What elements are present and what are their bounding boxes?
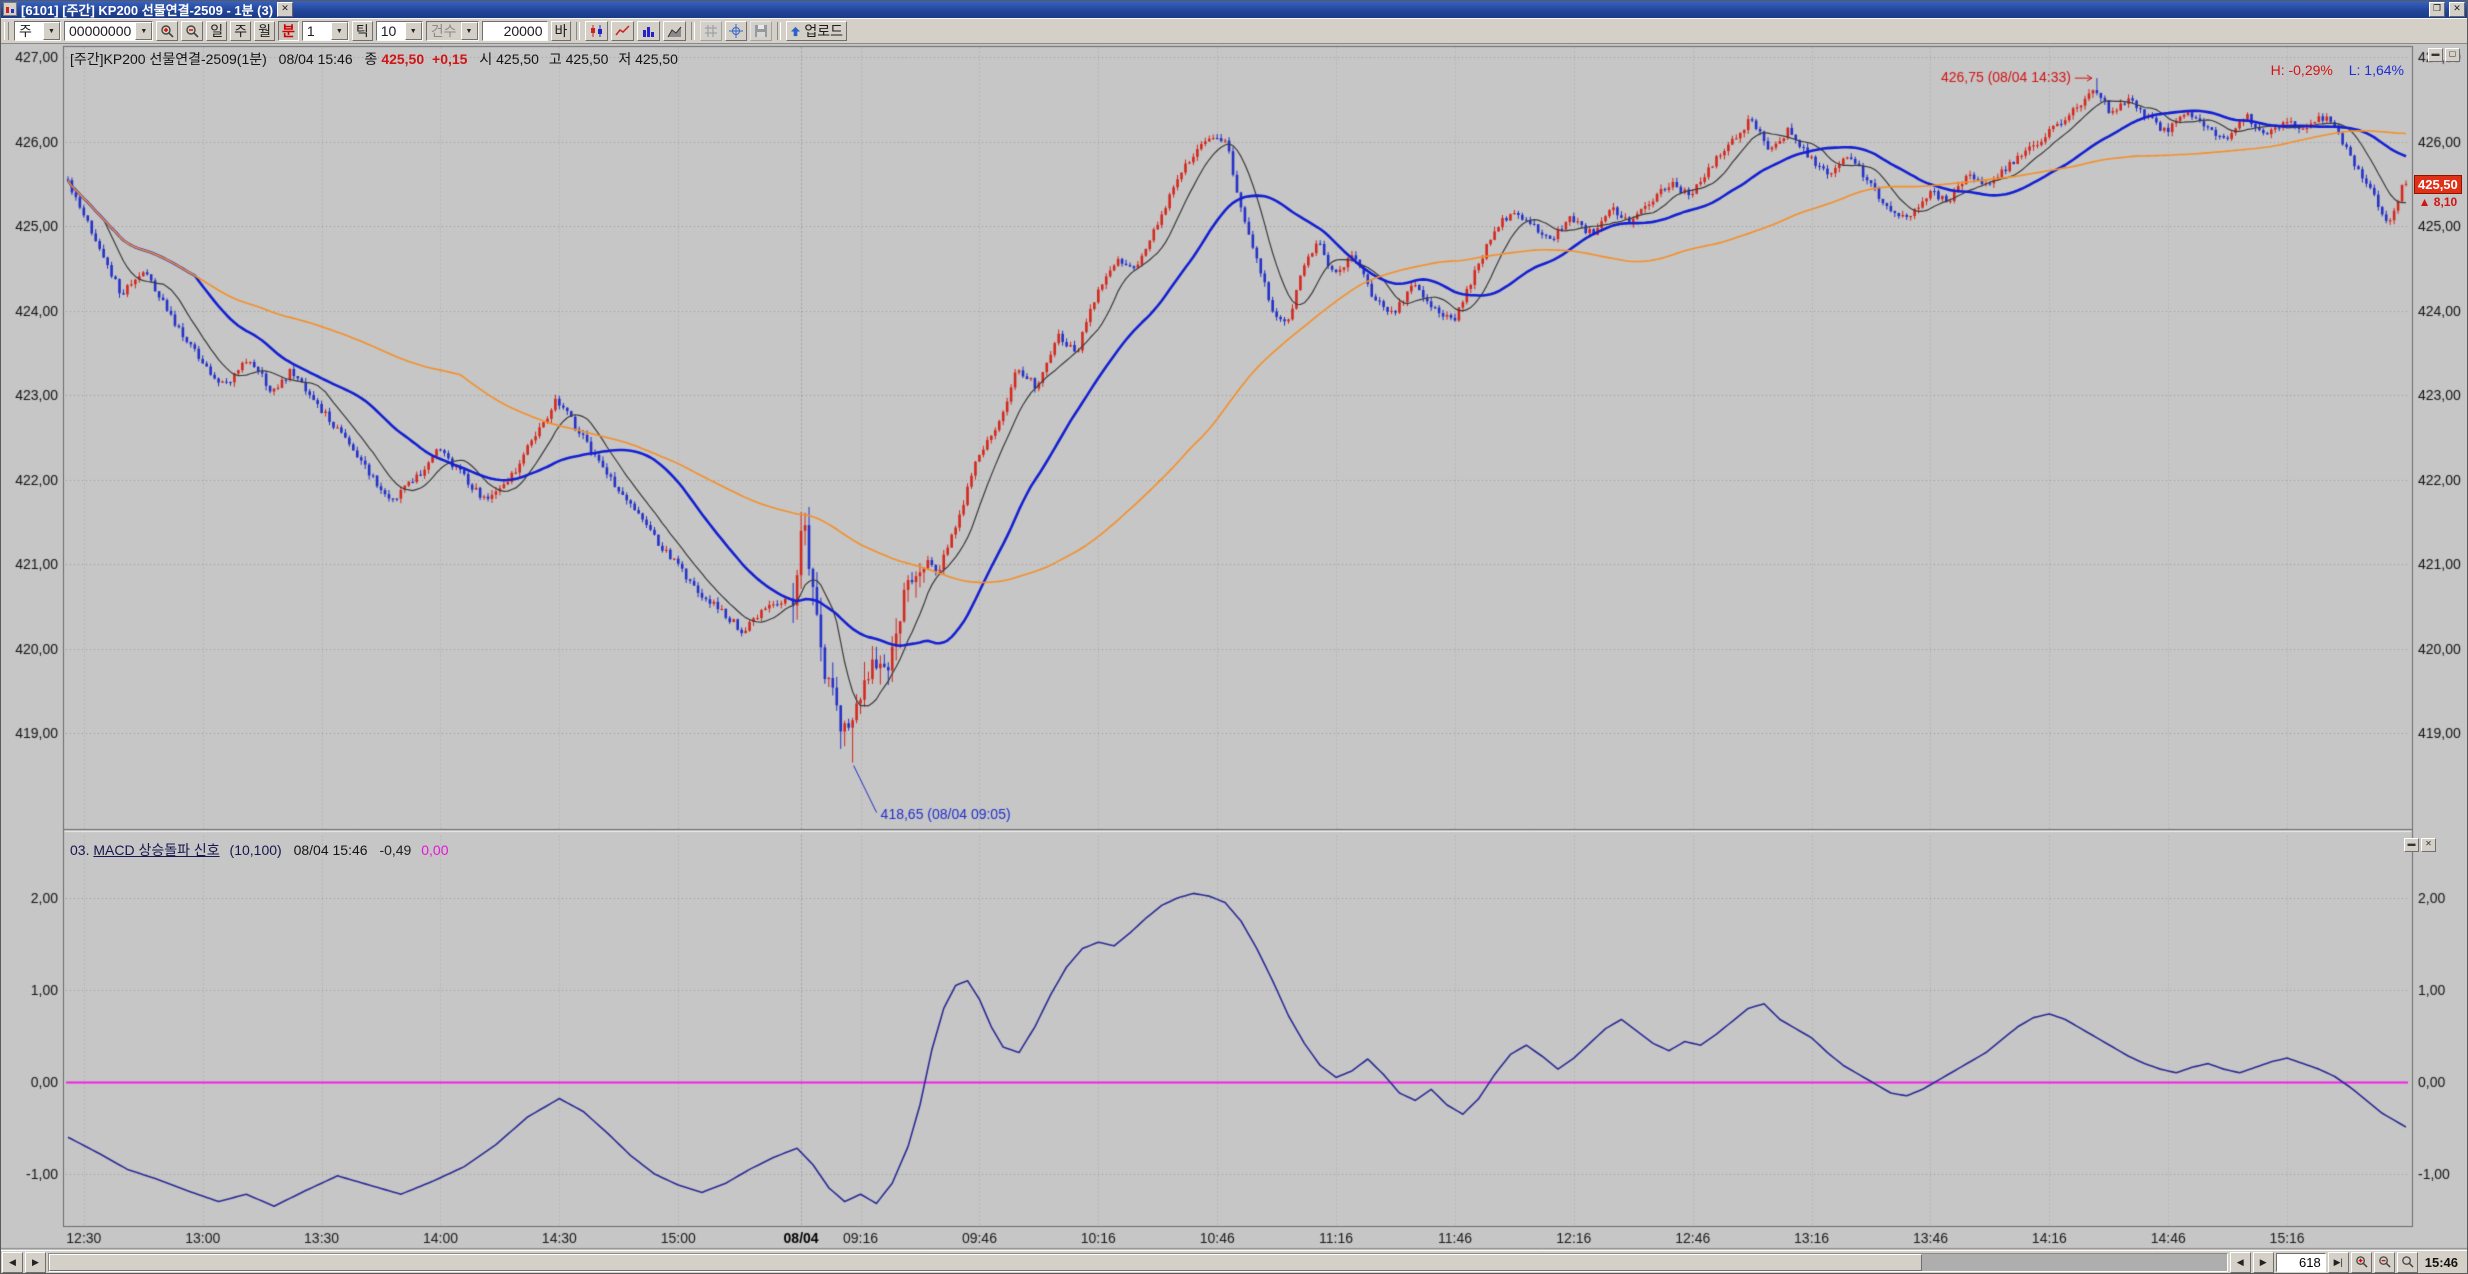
area-chart-type-button[interactable]	[663, 21, 686, 41]
window-title: [6101] [주간] KP200 선물연결-2509 - 1분 (3)	[21, 0, 273, 19]
close-panel-icon[interactable]: ✕	[2421, 838, 2436, 852]
title-bar: [6101] [주간] KP200 선물연결-2509 - 1분 (3) ✕ ❐…	[0, 0, 2468, 18]
zoom-in-button[interactable]	[156, 21, 178, 41]
scroll-left-button[interactable]: ◀	[2, 1252, 23, 1273]
save-icon	[754, 24, 768, 38]
scroll-right-button[interactable]: ▶	[25, 1252, 46, 1273]
zoom-in-icon	[2355, 1255, 2368, 1270]
bar-chart-type-button[interactable]	[637, 21, 660, 41]
line-chart-icon	[615, 24, 630, 38]
zoom-out-button[interactable]	[181, 21, 203, 41]
zoom-out-icon	[185, 24, 199, 38]
chevron-down-icon: ▼	[405, 22, 422, 40]
tick-value: 10	[377, 23, 405, 39]
tick-button[interactable]: 틱	[352, 21, 373, 41]
go-to-end-button[interactable]: ▶|	[2328, 1252, 2349, 1273]
toolbar-grip	[4, 22, 9, 40]
search-icon	[2401, 1255, 2414, 1270]
scrollbar-thumb[interactable]	[49, 1254, 1922, 1271]
chevron-down-icon: ▼	[461, 22, 478, 40]
line-chart-type-button[interactable]	[611, 21, 634, 41]
chevron-down-icon: ▼	[135, 22, 152, 40]
chart-canvas[interactable]	[0, 0, 2468, 1274]
interval-day-button[interactable]: 일	[206, 21, 227, 41]
period-select[interactable]: 주 ▼	[14, 21, 61, 41]
window-chart-icon	[3, 2, 17, 16]
symbol-code-value: 00000000	[65, 23, 135, 39]
scrollbar-track[interactable]	[48, 1253, 2228, 1272]
main-panel-buttons: ▬ ▢	[2428, 48, 2460, 62]
toolbar-separator	[777, 22, 781, 40]
bottom-scrollbar: ◀ ▶ ◀ ▶ 618 ▶| 15:46	[0, 1250, 2468, 1274]
maximize-panel-icon[interactable]: ▢	[2445, 48, 2460, 62]
tick-value-select[interactable]: 10 ▼	[376, 21, 423, 41]
interval-value: 1	[303, 23, 331, 39]
count-label: 건수	[427, 21, 461, 41]
visible-bars-count[interactable]: 618	[2276, 1253, 2326, 1272]
bar-chart-icon	[641, 24, 656, 38]
chevron-down-icon: ▼	[43, 22, 60, 40]
collapse-panel-icon[interactable]: ▬	[2404, 838, 2419, 852]
zoom-out-icon	[2378, 1255, 2391, 1270]
toolbar: 주 ▼ 00000000 ▼ 일 주 월 분 1 ▼ 틱 10 ▼ 건수 ▼ 2…	[0, 18, 2468, 44]
count-select-disabled: 건수 ▼	[426, 21, 479, 41]
indicator-name[interactable]: MACD 상승돌파 신호	[93, 842, 219, 858]
crosshair-button[interactable]	[725, 21, 747, 41]
candle-chart-type-button[interactable]	[585, 21, 608, 41]
close-window-icon[interactable]: ✕	[2449, 2, 2465, 17]
candle-chart-icon	[589, 24, 604, 38]
macd-panel-buttons: ▬ ✕	[2404, 838, 2436, 852]
bars-count-input[interactable]: 20000	[482, 21, 548, 41]
chevron-down-icon: ▼	[331, 22, 348, 40]
interval-week-button[interactable]: 주	[230, 21, 251, 41]
symbol-code-input[interactable]: 00000000 ▼	[64, 21, 153, 41]
interval-month-button[interactable]: 월	[254, 21, 275, 41]
zoom-in-icon	[160, 24, 174, 38]
grid-icon	[704, 24, 718, 38]
area-chart-icon	[667, 24, 682, 38]
zoom-out-button[interactable]	[2374, 1252, 2395, 1273]
zoom-in-button[interactable]	[2351, 1252, 2372, 1273]
upload-icon	[790, 26, 801, 37]
step-left-button[interactable]: ◀	[2230, 1252, 2251, 1273]
close-tab-icon[interactable]: ✕	[277, 2, 293, 17]
step-right-button[interactable]: ▶	[2253, 1252, 2274, 1273]
toolbar-separator	[691, 22, 695, 40]
upload-label: 업로드	[804, 21, 843, 41]
bar-mode-button[interactable]: 바	[551, 21, 572, 41]
interval-value-select[interactable]: 1 ▼	[302, 21, 349, 41]
last-time-label: 15:46	[2425, 1255, 2458, 1270]
search-button[interactable]	[2397, 1252, 2418, 1273]
grid-toggle-button[interactable]	[700, 21, 722, 41]
save-button[interactable]	[750, 21, 772, 41]
interval-minute-button[interactable]: 분	[278, 21, 299, 41]
collapse-panel-icon[interactable]: ▬	[2428, 48, 2443, 62]
upload-button[interactable]: 업로드	[786, 21, 847, 41]
period-select-value: 주	[15, 21, 43, 41]
restore-window-icon[interactable]: ❐	[2429, 2, 2445, 17]
crosshair-icon	[729, 24, 743, 38]
toolbar-separator	[576, 22, 580, 40]
